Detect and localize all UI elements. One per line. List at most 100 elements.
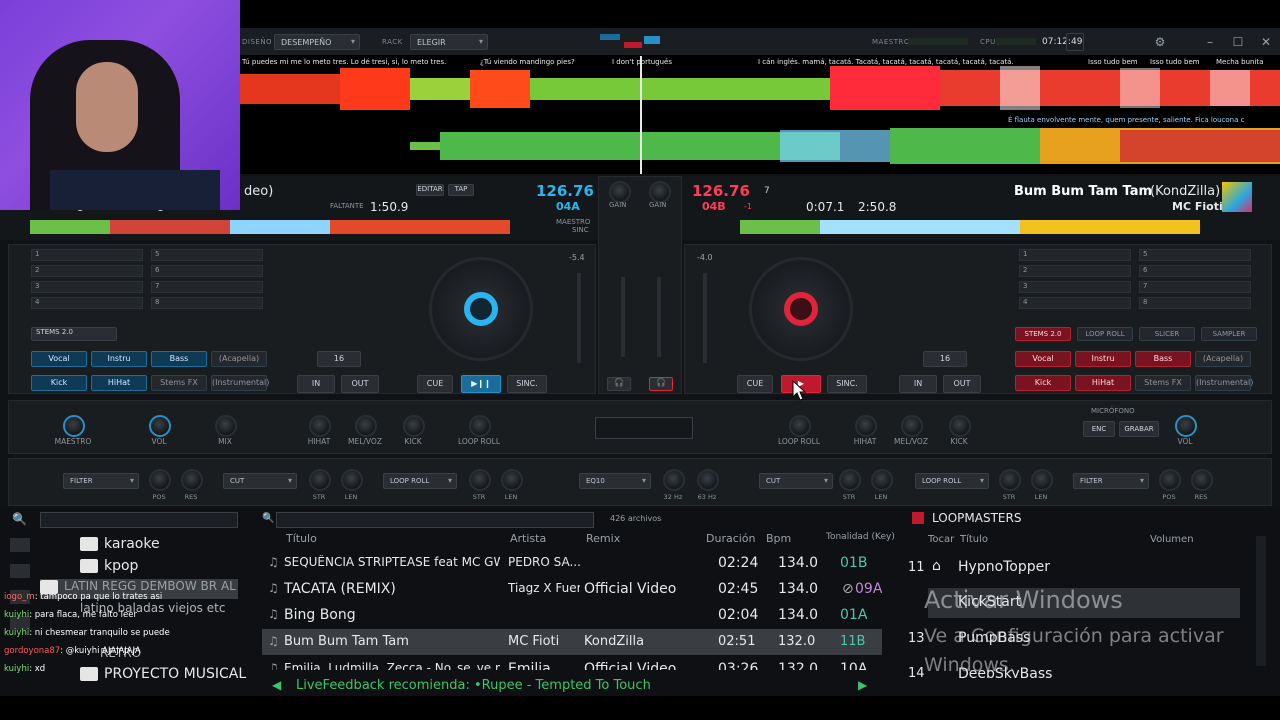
- vol-knob[interactable]: [149, 415, 171, 437]
- folder-search-input[interactable]: [40, 512, 238, 528]
- stem-acapella[interactable]: (Acapella): [211, 351, 267, 367]
- deck-left-overview-waveform[interactable]: [30, 220, 510, 234]
- col-key[interactable]: Tonalidad (Key): [826, 532, 895, 542]
- hihat-knob-left[interactable]: [309, 415, 331, 437]
- hotcue-right-6[interactable]: 6: [1139, 265, 1251, 277]
- kick-knob-left[interactable]: [403, 415, 425, 437]
- jog-wheel-left[interactable]: [429, 257, 533, 361]
- loop-name[interactable]: HypnoTopper: [958, 559, 1050, 575]
- mic-rec-button[interactable]: GRABAR: [1119, 421, 1159, 437]
- len-knob-left-2[interactable]: [501, 469, 523, 491]
- edit-button[interactable]: EDITAR: [416, 184, 444, 196]
- hotcue-right-8[interactable]: 8: [1139, 297, 1251, 309]
- col-play[interactable]: Tocar: [928, 534, 954, 545]
- crossfader[interactable]: [595, 417, 693, 439]
- rack-dropdown[interactable]: ELEGIR: [410, 34, 488, 50]
- tab-sampler[interactable]: SAMPLER: [1201, 327, 1257, 341]
- master-knob[interactable]: [63, 415, 85, 437]
- hotcue-6[interactable]: 6: [151, 265, 263, 277]
- pos-knob-right[interactable]: [1159, 469, 1181, 491]
- loop-beats-right[interactable]: 16: [923, 351, 967, 367]
- loop-roll-dropdown-left[interactable]: LOOP ROLL: [383, 473, 457, 489]
- col-artist[interactable]: Artista: [510, 532, 546, 545]
- loop-in-button-right[interactable]: IN: [899, 375, 937, 393]
- hihat-knob-right[interactable]: [855, 415, 877, 437]
- len-knob-right[interactable]: [871, 469, 893, 491]
- stem-kick[interactable]: Kick: [31, 375, 87, 391]
- col-volume[interactable]: Volumen: [1150, 534, 1194, 545]
- tab-loop-roll[interactable]: LOOP ROLL: [1077, 327, 1133, 341]
- loop-in-button[interactable]: IN: [297, 375, 335, 393]
- stem-right-instru[interactable]: Instru: [1075, 351, 1131, 367]
- channel-fader-right[interactable]: [657, 277, 661, 357]
- str-knob-left-2[interactable]: [469, 469, 491, 491]
- pos-knob-left[interactable]: [149, 469, 171, 491]
- scrolling-waveforms[interactable]: Tú puedes mi me lo meto tres. Lo dé tres…: [240, 56, 1280, 174]
- hotcue-8[interactable]: 8: [151, 297, 263, 309]
- table-row[interactable]: ♫ TACATA (REMIX) Tiagz X Fuer... Officia…: [262, 576, 882, 602]
- len-knob-left[interactable]: [341, 469, 363, 491]
- stem-vocal[interactable]: Vocal: [31, 351, 87, 367]
- cue-button-right[interactable]: CUE: [737, 375, 773, 393]
- stem-bass[interactable]: Bass: [151, 351, 207, 367]
- tab-slicer[interactable]: SLICER: [1139, 327, 1195, 341]
- hotcue-right-1[interactable]: 1: [1019, 249, 1131, 261]
- headphone-left-icon[interactable]: 🎧: [607, 377, 631, 391]
- folder-kpop[interactable]: kpop: [80, 558, 138, 574]
- tab-stems[interactable]: STEMS 2.0: [1015, 327, 1071, 341]
- channel-fader-left[interactable]: [621, 277, 625, 357]
- hotcue-right-4[interactable]: 4: [1019, 297, 1131, 309]
- mix-knob[interactable]: [215, 415, 237, 437]
- hotcue-right-3[interactable]: 3: [1019, 281, 1131, 293]
- loop-out-button-right[interactable]: OUT: [943, 375, 981, 393]
- maximize-icon[interactable]: ☐: [1230, 34, 1246, 50]
- col-bpm[interactable]: Bpm: [766, 532, 791, 545]
- hotcue-3[interactable]: 3: [31, 281, 143, 293]
- loopmasters-scrollbar[interactable]: [1256, 536, 1266, 666]
- cut-dropdown-right[interactable]: CUT: [759, 473, 833, 489]
- len-knob-right-2[interactable]: [1031, 469, 1053, 491]
- hotcue-2[interactable]: 2: [31, 265, 143, 277]
- col-duration[interactable]: Duración: [706, 532, 756, 545]
- stem-fx[interactable]: Stems FX: [151, 375, 207, 391]
- minimize-icon[interactable]: –: [1202, 34, 1218, 50]
- str-knob-left[interactable]: [309, 469, 331, 491]
- melvoz-knob-right[interactable]: [901, 415, 923, 437]
- record-button[interactable]: [1066, 33, 1084, 51]
- table-row[interactable]: ♫ SEQUÊNCIA STRIPTEASE feat MC GW, MC...…: [262, 550, 882, 576]
- search-icon[interactable]: 🔍: [262, 513, 274, 524]
- hotcue-1[interactable]: 1: [31, 249, 143, 261]
- arrow-left-icon[interactable]: ◀: [272, 678, 281, 692]
- col-loop-title[interactable]: Título: [960, 534, 988, 545]
- sync-button-right[interactable]: SINC.: [827, 375, 867, 393]
- loop-roll-dropdown-right[interactable]: LOOP ROLL: [915, 473, 989, 489]
- deck-right-overview-waveform[interactable]: [740, 220, 1200, 234]
- hotcue-4[interactable]: 4: [31, 297, 143, 309]
- loop-roll-knob-right[interactable]: [789, 415, 811, 437]
- gain-knob-left[interactable]: [609, 181, 631, 203]
- hotcue-right-2[interactable]: 2: [1019, 265, 1131, 277]
- cue-button-left[interactable]: CUE: [417, 375, 453, 393]
- hotcue-right-7[interactable]: 7: [1139, 281, 1251, 293]
- stem-right-vocal[interactable]: Vocal: [1015, 351, 1071, 367]
- close-icon[interactable]: ✕: [1258, 34, 1274, 50]
- hotcue-right-5[interactable]: 5: [1139, 249, 1251, 261]
- kick-knob-right[interactable]: [949, 415, 971, 437]
- col-remix[interactable]: Remix: [586, 532, 620, 545]
- melvoz-knob-left[interactable]: [355, 415, 377, 437]
- loop-play-icon[interactable]: ⌂: [932, 558, 941, 574]
- eq-63hz-knob[interactable]: [697, 469, 719, 491]
- stem-instru[interactable]: Instru: [91, 351, 147, 367]
- stem-right-fx[interactable]: Stems FX: [1135, 375, 1191, 391]
- loop-beats[interactable]: 16: [317, 351, 361, 367]
- table-row-selected[interactable]: ♫ Bum Bum Tam Tam MC Fioti KondZilla 02:…: [262, 629, 882, 655]
- hotcue-5[interactable]: 5: [151, 249, 263, 261]
- loop-roll-knob-left[interactable]: [469, 415, 491, 437]
- arrow-right-icon[interactable]: ▶: [858, 678, 867, 692]
- stem-hihat[interactable]: HiHat: [91, 375, 147, 391]
- filter-dropdown-right[interactable]: FILTER: [1073, 473, 1149, 489]
- stem-instrumental[interactable]: (Instrumental): [211, 375, 269, 391]
- pitch-slider-right[interactable]: [703, 273, 707, 363]
- stems-dropdown[interactable]: STEMS 2.0: [31, 327, 117, 341]
- search-icon-left[interactable]: 🔍: [12, 512, 27, 526]
